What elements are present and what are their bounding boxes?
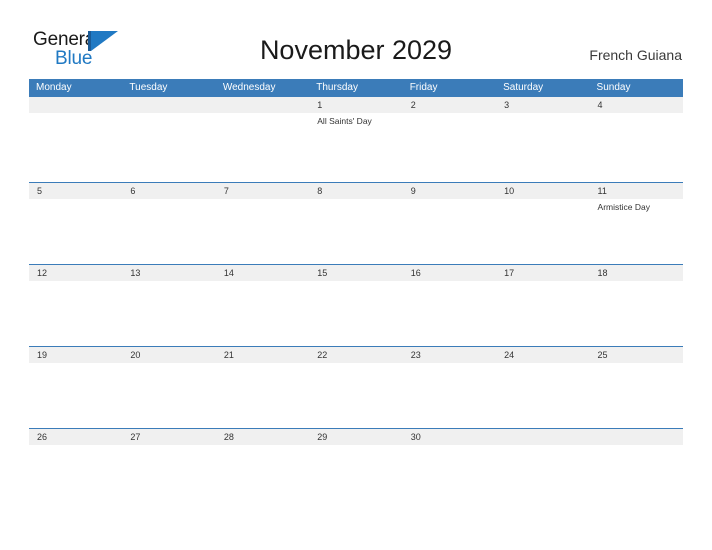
day-number[interactable]: 8 bbox=[309, 183, 402, 199]
day-event bbox=[496, 445, 589, 510]
day-event bbox=[309, 445, 402, 510]
day-number[interactable]: 18 bbox=[590, 265, 683, 281]
day-event bbox=[496, 199, 589, 264]
day-event bbox=[29, 445, 122, 510]
day-event bbox=[216, 363, 309, 428]
calendar-week-row: 26 27 28 29 30 bbox=[29, 428, 683, 510]
day-event bbox=[29, 281, 122, 346]
weekday-header-tuesday: Tuesday bbox=[129, 82, 168, 93]
calendar-week-row: 19 20 21 22 23 24 25 bbox=[29, 346, 683, 428]
day-number[interactable]: 29 bbox=[309, 429, 402, 445]
day-event bbox=[29, 199, 122, 264]
day-event bbox=[309, 363, 402, 428]
day-event bbox=[496, 113, 589, 182]
page-header: General Blue November 2029 French Guiana bbox=[0, 0, 712, 78]
day-event: Armistice Day bbox=[597, 202, 650, 212]
day-number[interactable]: 7 bbox=[216, 183, 309, 199]
week-number-band: 5 6 7 8 9 10 11 bbox=[29, 183, 683, 199]
day-event bbox=[122, 363, 215, 428]
day-event bbox=[403, 199, 496, 264]
day-event bbox=[216, 113, 309, 182]
day-number[interactable]: 11 bbox=[590, 183, 683, 199]
day-number[interactable]: 10 bbox=[496, 183, 589, 199]
day-event bbox=[590, 445, 683, 510]
day-number[interactable]: 30 bbox=[403, 429, 496, 445]
day-event bbox=[403, 113, 496, 182]
day-number[interactable]: 3 bbox=[496, 97, 589, 113]
day-event bbox=[309, 281, 402, 346]
day-number[interactable]: 5 bbox=[29, 183, 122, 199]
week-event-band bbox=[29, 363, 683, 428]
weekday-header-row: Monday Tuesday Wednesday Thursday Friday… bbox=[29, 79, 683, 96]
week-event-band bbox=[29, 445, 683, 510]
day-event bbox=[590, 363, 683, 428]
week-event-band bbox=[29, 281, 683, 346]
day-event bbox=[216, 199, 309, 264]
day-number[interactable] bbox=[216, 97, 309, 113]
region-label: French Guiana bbox=[589, 47, 682, 63]
day-number[interactable]: 21 bbox=[216, 347, 309, 363]
day-number[interactable]: 26 bbox=[29, 429, 122, 445]
week-number-band: 1 2 3 4 bbox=[29, 97, 683, 113]
week-number-band: 19 20 21 22 23 24 25 bbox=[29, 347, 683, 363]
day-event bbox=[122, 445, 215, 510]
weekday-header-thursday: Thursday bbox=[316, 82, 358, 93]
day-event bbox=[216, 281, 309, 346]
day-number[interactable]: 23 bbox=[403, 347, 496, 363]
weekday-header-saturday: Saturday bbox=[503, 82, 544, 93]
weekday-header-wednesday: Wednesday bbox=[222, 82, 276, 93]
day-event bbox=[496, 363, 589, 428]
day-number[interactable]: 14 bbox=[216, 265, 309, 281]
day-number[interactable]: 9 bbox=[403, 183, 496, 199]
weekday-header-monday: Monday bbox=[36, 82, 72, 93]
day-number[interactable]: 1 bbox=[309, 97, 402, 113]
weekday-header-friday: Friday bbox=[409, 82, 438, 93]
day-event bbox=[403, 281, 496, 346]
day-number[interactable]: 2 bbox=[403, 97, 496, 113]
day-number[interactable]: 28 bbox=[216, 429, 309, 445]
day-number[interactable]: 22 bbox=[309, 347, 402, 363]
day-number[interactable] bbox=[496, 429, 589, 445]
day-number[interactable]: 19 bbox=[29, 347, 122, 363]
week-event-band: All Saints' Day bbox=[29, 113, 683, 182]
day-number[interactable]: 12 bbox=[29, 265, 122, 281]
day-event bbox=[122, 199, 215, 264]
day-number[interactable] bbox=[122, 97, 215, 113]
day-event bbox=[29, 363, 122, 428]
week-event-band: Armistice Day bbox=[29, 199, 683, 264]
day-number[interactable]: 16 bbox=[403, 265, 496, 281]
day-event bbox=[496, 281, 589, 346]
day-event bbox=[403, 445, 496, 510]
day-number[interactable]: 20 bbox=[122, 347, 215, 363]
day-event bbox=[216, 445, 309, 510]
day-event bbox=[122, 113, 215, 182]
day-event bbox=[29, 113, 122, 182]
calendar-page: General Blue November 2029 French Guiana… bbox=[0, 0, 712, 550]
weekday-header-sunday: Sunday bbox=[596, 82, 631, 93]
day-event bbox=[590, 281, 683, 346]
day-number[interactable]: 24 bbox=[496, 347, 589, 363]
day-number[interactable]: 25 bbox=[590, 347, 683, 363]
day-event: All Saints' Day bbox=[317, 116, 372, 126]
day-number[interactable]: 27 bbox=[122, 429, 215, 445]
day-event bbox=[403, 363, 496, 428]
calendar-week-row: 5 6 7 8 9 10 11 Armistice Day bbox=[29, 182, 683, 264]
day-number[interactable]: 17 bbox=[496, 265, 589, 281]
week-number-band: 26 27 28 29 30 bbox=[29, 429, 683, 445]
day-event bbox=[309, 199, 402, 264]
calendar-week-row: 12 13 14 15 16 17 18 bbox=[29, 264, 683, 346]
day-number[interactable]: 13 bbox=[122, 265, 215, 281]
day-number[interactable]: 4 bbox=[590, 97, 683, 113]
day-event bbox=[590, 113, 683, 182]
calendar-week-row: 1 2 3 4 All Saints' Day bbox=[29, 96, 683, 182]
day-number[interactable] bbox=[29, 97, 122, 113]
day-number[interactable] bbox=[590, 429, 683, 445]
week-number-band: 12 13 14 15 16 17 18 bbox=[29, 265, 683, 281]
day-event bbox=[122, 281, 215, 346]
day-number[interactable]: 15 bbox=[309, 265, 402, 281]
day-number[interactable]: 6 bbox=[122, 183, 215, 199]
calendar-grid: Monday Tuesday Wednesday Thursday Friday… bbox=[29, 79, 683, 510]
